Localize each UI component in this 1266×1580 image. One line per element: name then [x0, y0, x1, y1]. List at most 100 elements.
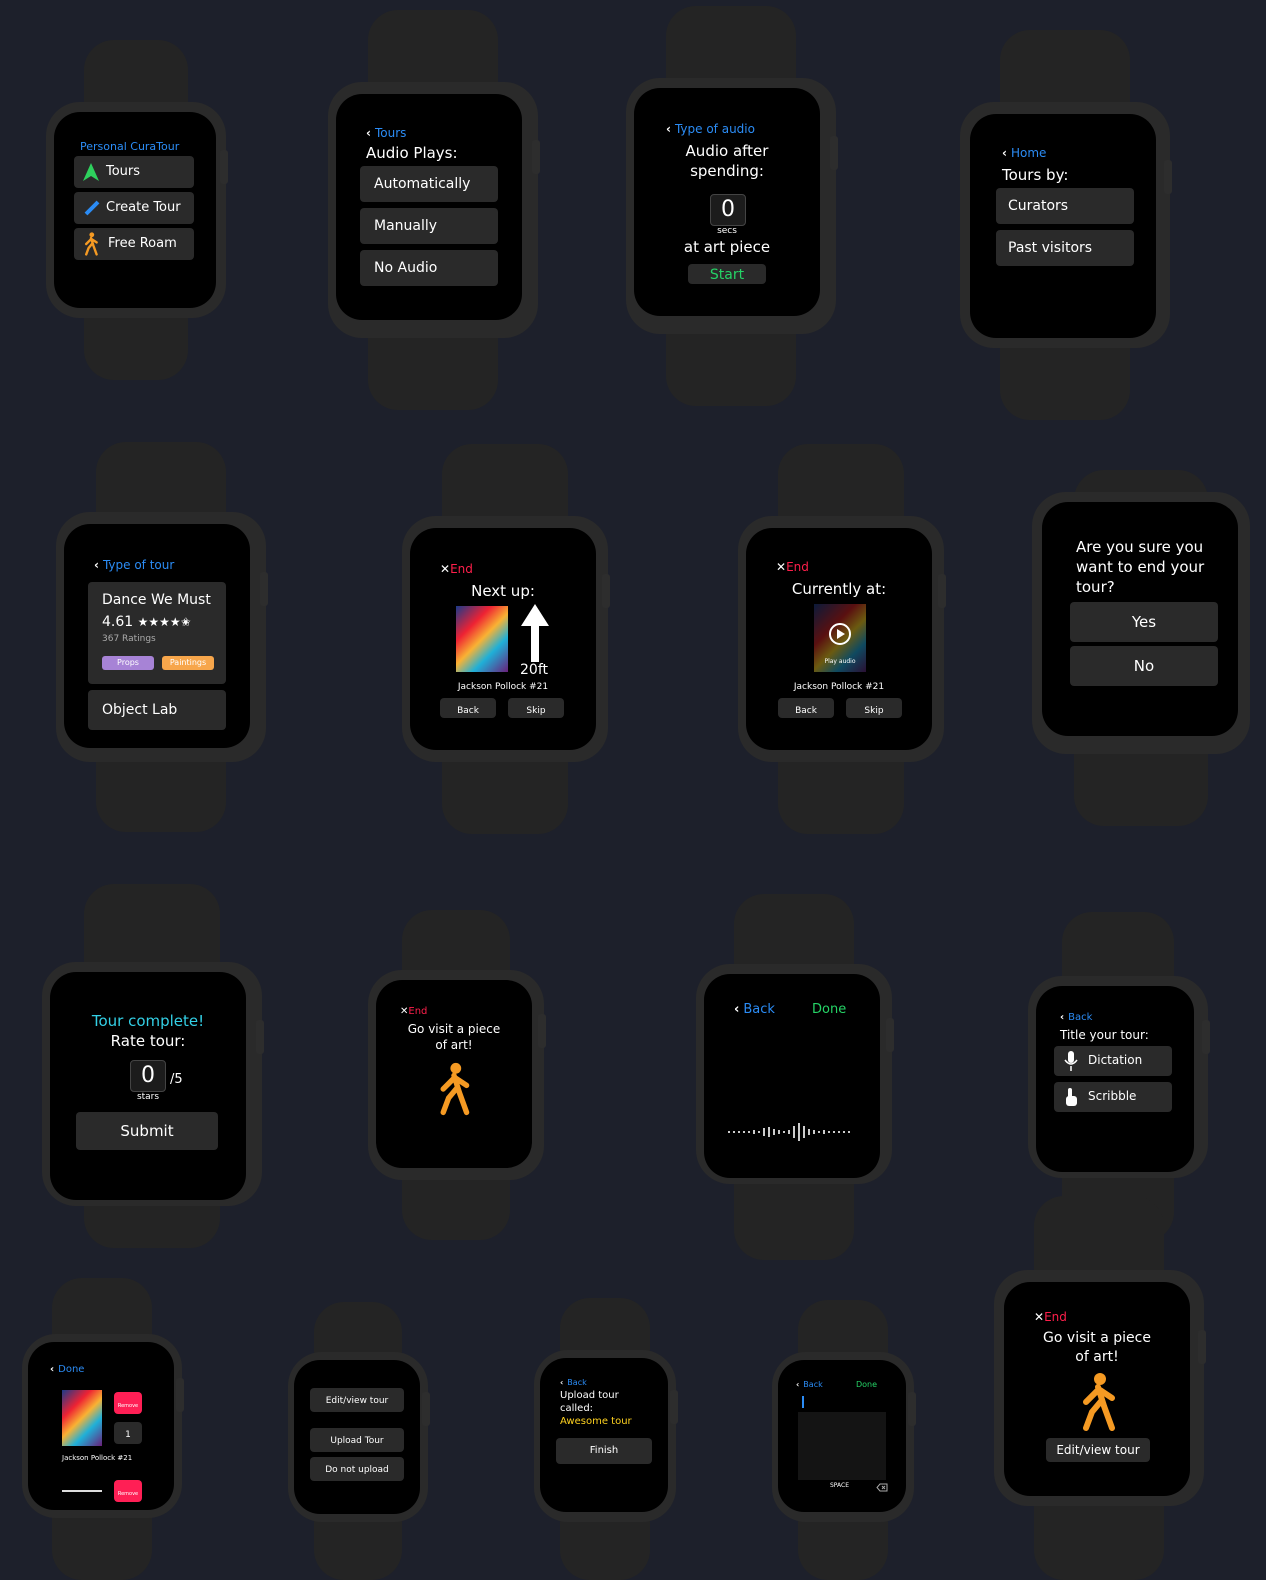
free-roam-label: Free Roam: [108, 236, 177, 251]
scribble-pad[interactable]: [798, 1412, 886, 1480]
option-label: Scribble: [1088, 1089, 1137, 1103]
watch-edit-tour-items: ‹ Done Remove 1 Jackson Pollock #21 Remov…: [22, 1278, 184, 1580]
watch-screen: ✕End Currently at: Play audio Jackson Po…: [746, 528, 932, 750]
upload-tour-button[interactable]: Upload Tour: [310, 1428, 404, 1452]
edit-view-tour-button[interactable]: Edit/view tour: [310, 1388, 404, 1412]
digital-crown[interactable]: [538, 1014, 546, 1048]
space-key[interactable]: SPACE: [830, 1482, 849, 1489]
skip-button[interactable]: Skip: [508, 698, 564, 718]
done-button[interactable]: Done: [812, 1002, 846, 1017]
scribble-option[interactable]: Scribble: [1054, 1082, 1172, 1112]
artwork-audio-thumbnail[interactable]: Play audio: [814, 604, 866, 672]
digital-crown[interactable]: [1164, 160, 1172, 194]
curators-option[interactable]: Curators: [996, 188, 1134, 224]
scroll-indicator: [62, 1490, 102, 1492]
no-button[interactable]: No: [1070, 646, 1218, 686]
position-field[interactable]: 1: [114, 1422, 142, 1444]
digital-crown[interactable]: [1202, 1020, 1210, 1054]
start-button[interactable]: Start: [688, 264, 766, 284]
screen-heading: Currently at:: [791, 580, 887, 598]
back-link[interactable]: ‹ Tours: [366, 126, 406, 140]
tour-card[interactable]: Dance We Must 4.61 ★★★★✬ 367 Ratings Pro…: [88, 582, 226, 684]
yes-button[interactable]: Yes: [1070, 602, 1218, 642]
back-label: Tours: [374, 126, 407, 140]
tours-label: Tours: [106, 164, 141, 179]
remove-button[interactable]: Remove: [114, 1392, 142, 1414]
digital-crown[interactable]: [1198, 1330, 1206, 1364]
watch-screen: Edit/view tour Upload Tour Do not upload: [294, 1360, 420, 1514]
digital-crown[interactable]: [830, 136, 838, 170]
finish-button[interactable]: Finish: [556, 1438, 652, 1464]
rating-unit: stars: [136, 1092, 160, 1102]
back-label: Back: [795, 706, 817, 716]
position-value: 1: [125, 1430, 131, 1440]
end-tour-button[interactable]: ✕End: [400, 1006, 427, 1017]
digital-crown[interactable]: [602, 574, 610, 608]
option-label: Automatically: [374, 176, 471, 192]
option-label: Manually: [374, 218, 438, 234]
watch-audio-delay: ‹ Type of audio Audio after spending: 0 s…: [626, 6, 838, 406]
back-link[interactable]: ‹ Back: [560, 1378, 587, 1387]
seconds-value-field[interactable]: 0: [710, 194, 746, 226]
tour-complete-title: Tour complete!: [91, 1012, 205, 1030]
do-not-upload-button[interactable]: Do not upload: [310, 1457, 404, 1481]
skip-button[interactable]: Skip: [846, 698, 902, 718]
option-label: Past visitors: [1008, 240, 1093, 256]
walking-person-icon: [85, 232, 98, 256]
create-tour-button[interactable]: Create Tour: [74, 192, 194, 224]
end-label: End: [786, 560, 809, 574]
back-link[interactable]: ‹ Type of tour: [94, 558, 174, 572]
back-label: Back: [457, 706, 479, 716]
prompt-line-1: Go visit a piece: [407, 1022, 501, 1036]
next-tour-card[interactable]: Object Lab: [88, 690, 226, 730]
end-tour-button[interactable]: ✕End: [440, 562, 473, 576]
back-button[interactable]: Back: [778, 698, 834, 718]
watch-upload-options: Edit/view tour Upload Tour Do not upload: [288, 1302, 430, 1580]
digital-crown[interactable]: [176, 1378, 184, 1412]
free-roam-button[interactable]: Free Roam: [74, 228, 194, 260]
skip-label: Skip: [526, 706, 546, 716]
end-label: End: [408, 1006, 428, 1017]
back-link[interactable]: ‹ Back: [734, 1002, 775, 1017]
back-link[interactable]: ‹ Back: [1060, 1012, 1092, 1023]
dictation-option[interactable]: Dictation: [1054, 1046, 1172, 1076]
digital-crown[interactable]: [220, 150, 228, 184]
edit-view-tour-button[interactable]: Edit/view tour: [1046, 1438, 1150, 1462]
watch-screen: ‹ Back Upload tour called: Awesome tour F…: [540, 1358, 668, 1512]
remove-button-next[interactable]: Remove: [114, 1480, 142, 1502]
manually-option[interactable]: Manually: [360, 208, 498, 244]
back-link[interactable]: ‹ Type of audio: [666, 122, 755, 136]
back-link[interactable]: ‹ Back: [796, 1380, 823, 1389]
digital-crown[interactable]: [938, 574, 946, 608]
tour-name: Awesome tour: [560, 1416, 632, 1427]
digital-crown[interactable]: [908, 1392, 916, 1426]
back-button[interactable]: Back: [440, 698, 496, 718]
digital-crown[interactable]: [532, 140, 540, 174]
start-label: Start: [709, 267, 745, 283]
text-cursor: [802, 1396, 804, 1408]
submit-button[interactable]: Submit: [76, 1112, 218, 1150]
backspace-icon[interactable]: [876, 1483, 888, 1492]
star-rating-field[interactable]: 0: [130, 1060, 166, 1092]
option-label: Do not upload: [325, 1465, 389, 1475]
no-audio-option[interactable]: No Audio: [360, 250, 498, 286]
digital-crown[interactable]: [256, 1020, 264, 1054]
digital-crown[interactable]: [422, 1392, 430, 1426]
end-tour-button[interactable]: ✕End: [1034, 1310, 1067, 1324]
back-link[interactable]: ‹ Done: [50, 1364, 84, 1375]
back-link[interactable]: ‹ Home: [1002, 146, 1046, 160]
tours-button[interactable]: Tours: [74, 156, 194, 188]
question-line-1: Are you sure you: [1076, 538, 1204, 556]
digital-crown[interactable]: [260, 572, 268, 606]
past-visitors-option[interactable]: Past visitors: [996, 230, 1134, 266]
back-label: Back: [803, 1380, 823, 1389]
microphone-icon: [1064, 1051, 1078, 1071]
automatically-option[interactable]: Automatically: [360, 166, 498, 202]
end-tour-button[interactable]: ✕End: [776, 560, 809, 574]
walking-person-icon: [1083, 1373, 1115, 1431]
done-button[interactable]: Done: [856, 1380, 877, 1389]
digital-crown[interactable]: [670, 1390, 678, 1424]
no-label: No: [1133, 657, 1155, 675]
digital-crown[interactable]: [886, 1018, 894, 1052]
back-label: Back: [743, 1002, 775, 1017]
